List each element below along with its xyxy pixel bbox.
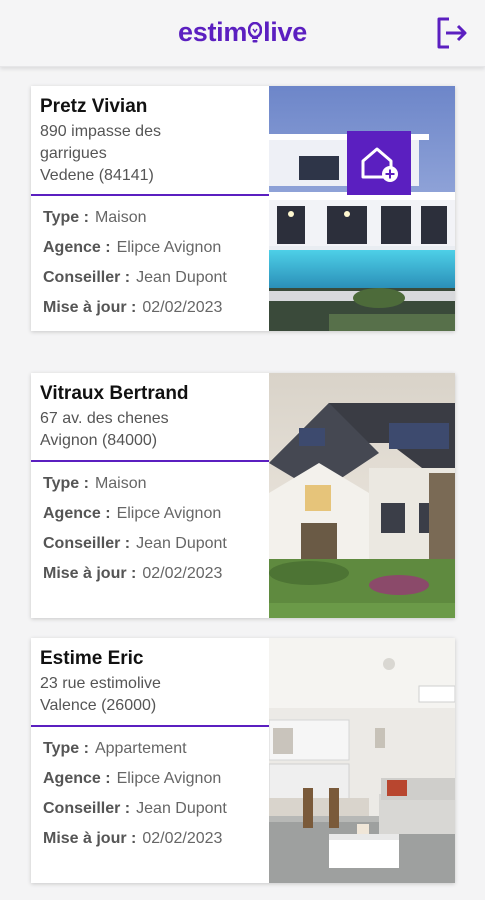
logout-icon — [437, 17, 467, 49]
property-photo — [269, 373, 455, 618]
owner-name: Estime Eric — [40, 648, 144, 669]
property-card[interactable]: Vitraux Bertrand 67 av. des chenes Avign… — [31, 373, 455, 618]
add-home-button[interactable] — [347, 131, 411, 195]
divider — [31, 194, 269, 196]
add-home-icon — [361, 147, 398, 182]
detail-conseiller: Conseiller : Jean Dupont — [43, 800, 227, 817]
property-card[interactable]: Estime Eric 23 rue estimolive Valence (2… — [31, 638, 455, 883]
detail-agence: Agence : Elipce Avignon — [43, 239, 222, 256]
property-details: Type : Maison Agence : Elipce Avignon Cons… — [43, 203, 267, 323]
detail-type: Type : Maison — [43, 209, 147, 226]
property-info: Vitraux Bertrand 67 av. des chenes Avign… — [31, 373, 269, 618]
owner-name: Vitraux Bertrand — [40, 383, 189, 404]
property-details: Type : Maison Agence : Elipce Avignon Cons… — [43, 469, 267, 589]
detail-mise-a-jour: Mise à jour :02/02/2023 — [43, 565, 223, 582]
divider — [31, 725, 269, 727]
detail-conseiller: Conseiller : Jean Dupont — [43, 535, 227, 552]
property-info: Pretz Vivian 890 impasse des garrigues V… — [31, 86, 269, 331]
logout-button[interactable] — [433, 14, 471, 52]
detail-conseiller: Conseiller : Jean Dupont — [43, 269, 227, 286]
property-photo — [269, 86, 455, 331]
property-card[interactable]: Pretz Vivian 890 impasse des garrigues V… — [31, 86, 455, 331]
detail-type: Type : Appartement — [43, 740, 187, 757]
property-address: 67 av. des chenes Avignon (84000) — [40, 410, 169, 449]
owner-name: Pretz Vivian — [40, 96, 148, 117]
app-header: estim live — [0, 0, 485, 67]
property-info: Estime Eric 23 rue estimolive Valence (2… — [31, 638, 269, 883]
property-photo — [269, 638, 455, 883]
property-address: 890 impasse des garrigues Vedene (84141) — [40, 123, 161, 184]
detail-agence: Agence : Elipce Avignon — [43, 770, 222, 787]
divider — [31, 460, 269, 462]
property-details: Type : Appartement Agence : Elipce Avignon… — [43, 734, 267, 854]
detail-agence: Agence : Elipce Avignon — [43, 505, 222, 522]
app-logo: estim live — [0, 17, 485, 48]
app-screen: estim live Pretz Vivian 890 impasse des … — [0, 0, 485, 900]
logo-text-right: live — [263, 17, 307, 47]
detail-mise-a-jour: Mise à jour :02/02/2023 — [43, 830, 223, 847]
lightbulb-icon — [247, 20, 263, 43]
property-address: 23 rue estimolive Valence (26000) — [40, 675, 161, 714]
detail-mise-a-jour: Mise à jour :02/02/2023 — [43, 299, 223, 316]
detail-type: Type : Maison — [43, 475, 147, 492]
logo-text-left: estim — [178, 17, 248, 47]
